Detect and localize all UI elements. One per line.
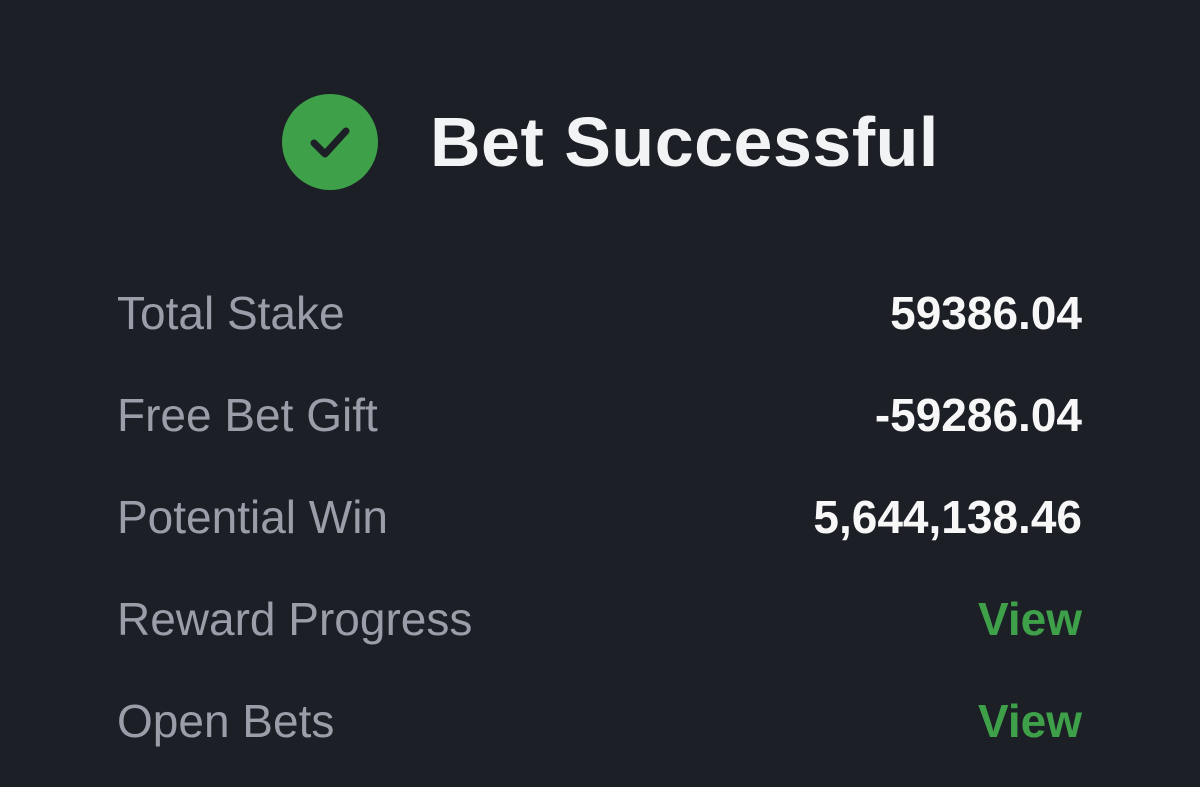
free-bet-gift-value: -59286.04 <box>874 389 1082 441</box>
total-stake-label: Total Stake <box>117 287 345 339</box>
open-bets-view-link[interactable]: View <box>978 698 1082 744</box>
free-bet-gift-row: Free Bet Gift -59286.04 <box>117 364 1082 466</box>
bet-summary: Total Stake 59386.04 Free Bet Gift -5928… <box>117 262 1082 772</box>
potential-win-label: Potential Win <box>117 491 389 543</box>
success-title: Bet Successful <box>430 103 939 181</box>
total-stake-row: Total Stake 59386.04 <box>117 262 1082 364</box>
potential-win-row: Potential Win 5,644,138.46 <box>117 466 1082 568</box>
potential-win-value: 5,644,138.46 <box>813 491 1082 543</box>
open-bets-label: Open Bets <box>117 695 335 747</box>
reward-progress-label: Reward Progress <box>117 593 473 645</box>
success-header: Bet Successful <box>282 92 939 192</box>
bet-confirmation-screen: Bet Successful Total Stake 59386.04 Free… <box>0 0 1200 787</box>
open-bets-row: Open Bets View <box>117 670 1082 772</box>
free-bet-gift-label: Free Bet Gift <box>117 389 378 441</box>
total-stake-value: 59386.04 <box>890 287 1082 339</box>
reward-progress-view-link[interactable]: View <box>978 596 1082 642</box>
check-circle-icon <box>282 94 378 190</box>
reward-progress-row: Reward Progress View <box>117 568 1082 670</box>
